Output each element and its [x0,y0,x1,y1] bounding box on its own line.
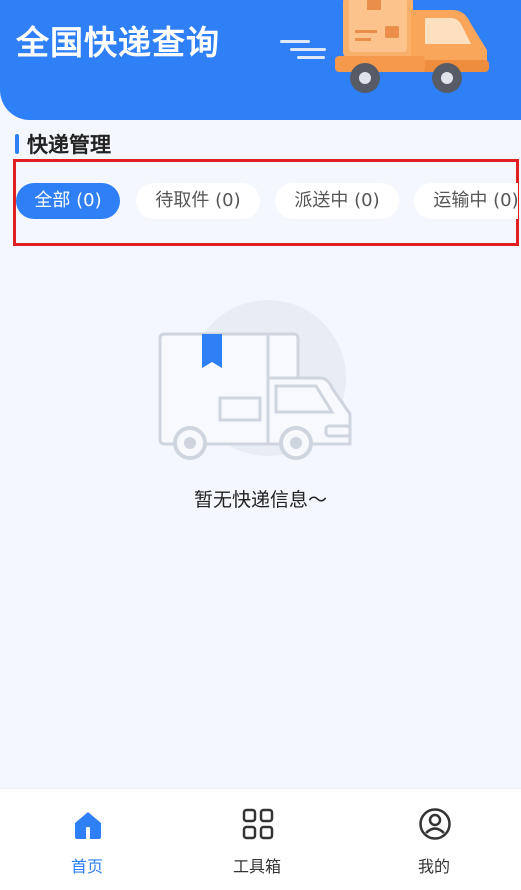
nav-toolbox-label: 工具箱 [232,857,281,876]
tab-out-for-delivery[interactable]: 派送中 (0) [275,183,399,219]
status-tabs: 全部 (0) 待取件 (0) 派送中 (0) 运输中 (0) [16,183,518,219]
tab-all[interactable]: 全部 (0) [16,183,120,219]
user-icon [419,808,451,840]
nav-home[interactable]: 首页 [0,789,174,890]
nav-toolbox[interactable]: 工具箱 [170,789,344,890]
home-icon [75,812,101,839]
header-banner: 全国快递查询 [0,0,521,120]
grid-icon [242,808,274,840]
empty-truck-icon [158,300,352,460]
tab-in-transit[interactable]: 运输中 (0) [414,183,518,219]
nav-profile[interactable]: 我的 [347,789,521,890]
section-header: 快递管理 [15,130,111,158]
tab-pending-pickup[interactable]: 待取件 (0) [136,183,260,219]
section-accent-bar [15,134,19,154]
app-title: 全国快递查询 [16,23,220,62]
bottom-nav: 首页 工具箱 我的 [0,788,521,890]
nav-profile-label: 我的 [417,857,450,876]
delivery-truck-icon [280,0,489,93]
empty-state-text: 暂无快递信息～ [193,489,327,511]
nav-home-label: 首页 [70,857,103,876]
section-title: 快递管理 [27,133,111,157]
